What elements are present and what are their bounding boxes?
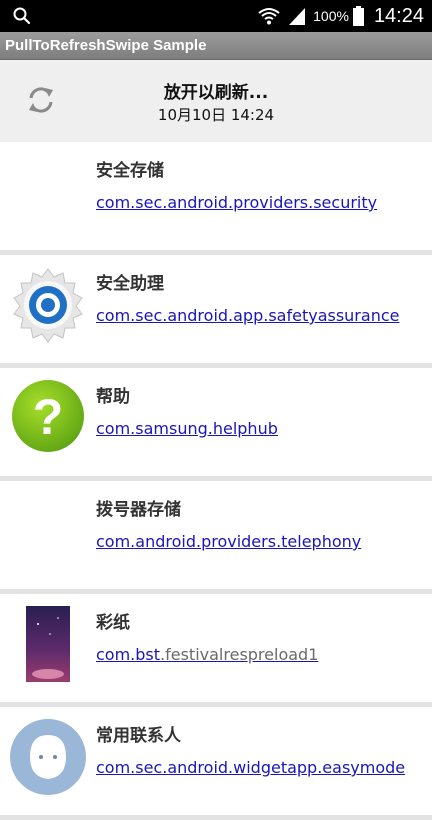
signal-icon bbox=[289, 8, 306, 25]
item-package-link-part: com.bst bbox=[96, 645, 161, 664]
app-list[interactable]: 安全存储 com.sec.android.providers.security … bbox=[0, 142, 432, 820]
item-title: 帮助 bbox=[96, 387, 130, 407]
list-item[interactable]: 彩纸 com.bst.festivalrespreload1 bbox=[0, 594, 432, 707]
svg-text:?: ? bbox=[33, 389, 64, 445]
battery-icon bbox=[352, 6, 364, 26]
wifi-icon bbox=[258, 8, 280, 25]
refresh-status-text: 放开以刷新... bbox=[163, 83, 269, 103]
item-package-link[interactable]: com.bst.festivalrespreload1 bbox=[96, 645, 318, 664]
item-package-link-suffix: .festivalrespreload1 bbox=[160, 645, 319, 664]
list-item[interactable]: 安全存储 com.sec.android.providers.security bbox=[0, 142, 432, 255]
item-package-link[interactable]: com.sec.android.providers.security bbox=[96, 193, 377, 212]
item-package-link[interactable]: com.android.providers.telephony bbox=[96, 532, 361, 551]
refresh-timestamp: 10月10日 14:24 bbox=[157, 106, 275, 124]
gear-icon bbox=[13, 268, 83, 343]
pull-to-refresh-header: 放开以刷新... 10月10日 14:24 bbox=[0, 60, 432, 142]
item-title: 安全助理 bbox=[96, 274, 164, 294]
item-package-link[interactable]: com.sec.android.app.safetyassurance bbox=[96, 306, 399, 325]
battery-percent: 100% bbox=[313, 8, 349, 24]
item-title: 彩纸 bbox=[96, 613, 130, 633]
item-title: 拨号器存储 bbox=[96, 500, 181, 520]
status-time: 14:24 bbox=[373, 4, 424, 27]
wallpaper-thumbnail bbox=[26, 606, 70, 682]
list-item[interactable]: 安全助理 com.sec.android.app.safetyassurance bbox=[0, 255, 432, 368]
status-bar: 100% 14:24 bbox=[0, 0, 432, 32]
search-icon bbox=[13, 7, 31, 25]
help-icon: ? bbox=[12, 380, 84, 452]
item-title: 安全存储 bbox=[96, 161, 164, 181]
refresh-icon bbox=[29, 87, 53, 113]
item-title: 常用联系人 bbox=[96, 726, 181, 746]
contact-avatar-icon bbox=[10, 719, 86, 795]
list-item[interactable]: 拨号器存储 com.android.providers.telephony bbox=[0, 481, 432, 594]
app-title-bar: PullToRefreshSwipe Sample bbox=[0, 32, 432, 60]
list-item[interactable]: ? 帮助 com.samsung.helphub bbox=[0, 368, 432, 481]
item-package-link[interactable]: com.samsung.helphub bbox=[96, 419, 278, 438]
list-item[interactable]: 常用联系人 com.sec.android.widgetapp.easymode bbox=[0, 707, 432, 820]
app-title: PullToRefreshSwipe Sample bbox=[5, 37, 207, 54]
